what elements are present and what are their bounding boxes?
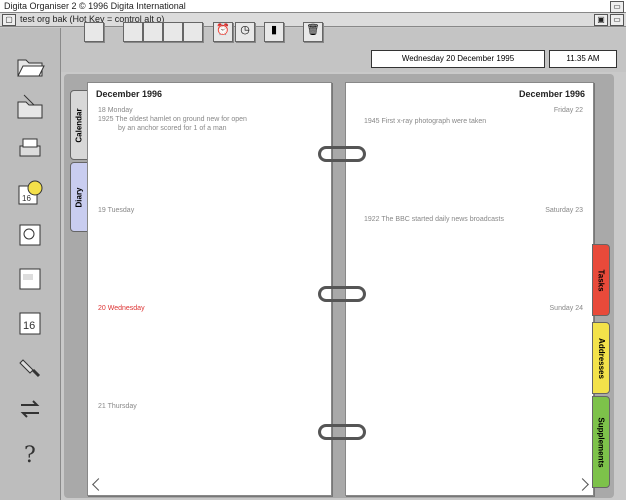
help-button[interactable]: ? (12, 436, 48, 470)
right-month-header: December 1996 (518, 89, 585, 99)
view-single-button[interactable] (84, 22, 104, 42)
svg-text:16: 16 (22, 194, 31, 203)
day-event-cont: by an anchor scored for 1 of a man (118, 125, 227, 132)
day-label-sunday[interactable]: Sunday 24 (550, 305, 583, 312)
print-button[interactable] (12, 132, 48, 166)
open-folder-icon (17, 59, 45, 77)
day-event[interactable]: 1922 The BBC started daily news broadcas… (364, 216, 504, 223)
search-document-icon (19, 224, 41, 246)
traffic-light-button[interactable]: ▮ (264, 22, 284, 42)
torch-button[interactable] (12, 350, 48, 384)
svg-text:?: ? (24, 443, 36, 468)
page-back-corner[interactable] (92, 478, 105, 491)
svg-text:16: 16 (23, 320, 35, 332)
tab-addresses-label: Addresses (596, 337, 606, 379)
window-title: Digita Organiser 2 © 1996 Digita Interna… (4, 1, 186, 11)
binder-ring (318, 146, 366, 162)
find-button[interactable] (12, 218, 48, 252)
close-button[interactable]: ▢ (2, 14, 16, 26)
current-time: 11.35 AM (549, 50, 617, 68)
tab-tasks[interactable]: Tasks (592, 244, 610, 316)
traffic-light-icon: ▮ (270, 24, 278, 36)
day-label-wednesday[interactable]: 20 Wednesday (98, 305, 145, 312)
open-folder-button[interactable] (12, 48, 48, 82)
view-week2-button[interactable] (163, 22, 183, 42)
window-zoom-button[interactable]: ▭ (610, 1, 624, 13)
today-button[interactable]: 16 (12, 306, 48, 340)
alarm-icon: ⏰ (216, 24, 230, 36)
calendar-icon: 16 (19, 312, 41, 335)
folder-icon (17, 94, 43, 119)
view-month-button[interactable] (183, 22, 203, 42)
window-title-bar: Digita Organiser 2 © 1996 Digita Interna… (0, 0, 626, 13)
printer-icon (19, 138, 41, 157)
binder-ring (318, 286, 366, 302)
tab-supplements-label: Supplements (596, 416, 606, 468)
view-day-button[interactable] (123, 22, 143, 42)
help-icon: ? (24, 443, 36, 468)
tab-supplements[interactable]: Supplements (592, 396, 610, 488)
current-date: Wednesday 20 December 1995 (371, 50, 545, 68)
day-label-thursday[interactable]: 21 Thursday (98, 403, 137, 410)
left-diary-page[interactable]: December 1996 18 Monday 1925 The oldest … (87, 82, 332, 496)
day-label-saturday[interactable]: Saturday 23 (545, 207, 583, 214)
left-toolbar: 16 16 ? (0, 28, 61, 500)
swap-arrows-icon (20, 400, 40, 418)
binder-ring (318, 424, 366, 440)
day-label-monday[interactable]: 18 Monday (98, 107, 133, 114)
clock-button[interactable]: ◷ (235, 22, 255, 42)
calendar-clock-icon: 16 (18, 180, 43, 205)
day-view-button[interactable]: 16 (12, 176, 48, 210)
preview-button[interactable] (12, 262, 48, 296)
tab-tasks-label: Tasks (596, 268, 606, 292)
day-label-tuesday[interactable]: 19 Tuesday (98, 207, 134, 214)
preview-icon (19, 268, 41, 290)
resize-button[interactable]: ▭ (610, 14, 624, 26)
day-event[interactable]: 1925 The oldest hamlet on ground new for… (98, 116, 247, 123)
tab-calendar[interactable]: Calendar (70, 90, 88, 160)
alarm-button[interactable]: ⏰ (213, 22, 233, 42)
clock-icon: ◷ (240, 24, 250, 36)
day-label-friday[interactable]: Friday 22 (554, 107, 583, 114)
flashlight-icon (19, 359, 41, 378)
tab-addresses[interactable]: Addresses (592, 322, 610, 394)
left-month-header: December 1996 (96, 89, 163, 99)
save-folder-button[interactable] (12, 90, 48, 124)
trash-button[interactable]: 🗑 (303, 22, 323, 42)
tab-calendar-label: Calendar (74, 107, 84, 143)
trash-icon: 🗑 (306, 24, 320, 36)
tab-diary-label: Diary (74, 186, 84, 208)
switch-button[interactable] (12, 392, 48, 426)
collapse-button[interactable]: ▣ (594, 14, 608, 26)
right-diary-page[interactable]: December 1996 Friday 22 1945 First x-ray… (345, 82, 594, 496)
view-week-button[interactable] (143, 22, 163, 42)
tab-diary[interactable]: Diary (70, 162, 88, 232)
page-forward-corner[interactable] (576, 478, 589, 491)
day-event[interactable]: 1945 First x-ray photograph were taken (364, 118, 486, 125)
